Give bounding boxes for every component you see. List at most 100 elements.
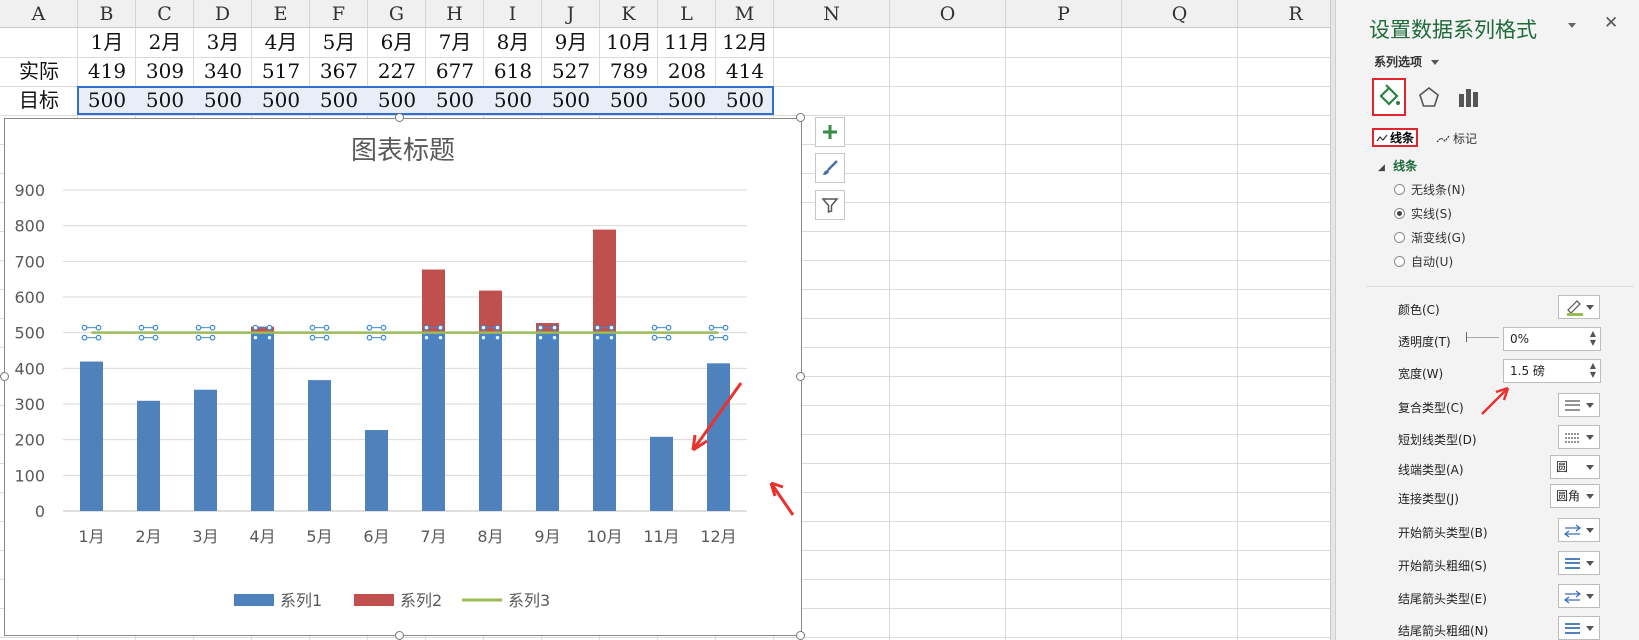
effects-tab[interactable] [1414, 80, 1444, 114]
spinner-icon[interactable]: ▲ ▼ [1590, 361, 1596, 379]
line-option-radio[interactable]: 自动(U) [1394, 253, 1453, 270]
cell[interactable]: 618 [484, 57, 542, 86]
column-header[interactable]: B [78, 0, 136, 28]
column-header[interactable]: J [542, 0, 600, 28]
bar[interactable] [707, 363, 730, 511]
radio-circle-icon[interactable] [1394, 184, 1405, 195]
cell[interactable]: 目标 [0, 86, 78, 115]
column-header[interactable]: H [426, 0, 484, 28]
cell[interactable]: 309 [136, 57, 194, 86]
line-option-radio[interactable]: 实线(S) [1394, 205, 1452, 222]
column-header[interactable]: F [310, 0, 368, 28]
bar[interactable] [137, 400, 160, 511]
cell[interactable]: 500 [426, 86, 484, 115]
line-subtab[interactable]: 线条 [1372, 128, 1418, 147]
cell[interactable]: 500 [310, 86, 368, 115]
cell[interactable]: 11月 [658, 28, 716, 57]
cell[interactable]: 2月 [136, 28, 194, 57]
bar[interactable] [479, 332, 502, 511]
cell[interactable]: 7月 [426, 28, 484, 57]
series-options-dropdown[interactable]: 系列选项 [1374, 53, 1440, 70]
bar[interactable] [536, 332, 559, 511]
cell[interactable]: 3月 [194, 28, 252, 57]
legend-label[interactable]: 系列2 [400, 591, 442, 610]
cell[interactable]: 9月 [542, 28, 600, 57]
cell[interactable]: 789 [600, 57, 658, 86]
resize-handle[interactable] [796, 631, 805, 640]
bar[interactable] [593, 332, 616, 511]
column-header[interactable]: G [368, 0, 426, 28]
column-header[interactable]: I [484, 0, 542, 28]
width-input[interactable]: 1.5 磅 ▲ ▼ [1503, 359, 1601, 383]
resize-handle[interactable] [0, 372, 9, 381]
bar[interactable] [365, 430, 388, 511]
bar[interactable] [422, 332, 445, 511]
marker-subtab[interactable]: 标记 [1436, 130, 1477, 147]
cell[interactable] [0, 28, 78, 57]
cell[interactable]: 367 [310, 57, 368, 86]
cell[interactable]: 414 [716, 57, 774, 86]
cell[interactable]: 10月 [600, 28, 658, 57]
column-header[interactable]: C [136, 0, 194, 28]
cell[interactable]: 208 [658, 57, 716, 86]
cell[interactable]: 500 [194, 86, 252, 115]
transparency-slider-track[interactable] [1467, 337, 1499, 338]
chart-title[interactable]: 图表标题 [351, 136, 455, 166]
series-options-tab[interactable] [1453, 80, 1483, 114]
cell[interactable]: 12月 [716, 28, 774, 57]
end-arrow-type-dropdown[interactable] [1558, 584, 1600, 608]
bar[interactable] [80, 361, 103, 511]
legend-label[interactable]: 系列1 [280, 591, 322, 610]
pane-options-chevron-icon[interactable] [1568, 23, 1576, 28]
column-header[interactable]: D [194, 0, 252, 28]
cell[interactable]: 500 [600, 86, 658, 115]
compound-type-dropdown[interactable] [1558, 393, 1600, 417]
dash-type-dropdown[interactable] [1558, 425, 1600, 449]
cell[interactable]: 527 [542, 57, 600, 86]
column-header[interactable]: K [600, 0, 658, 28]
cell[interactable]: 419 [78, 57, 136, 86]
bar[interactable] [308, 380, 331, 511]
cell[interactable]: 677 [426, 57, 484, 86]
resize-handle[interactable] [796, 372, 805, 381]
column-header[interactable]: M [716, 0, 774, 28]
cell[interactable]: 227 [368, 57, 426, 86]
cell[interactable]: 500 [136, 86, 194, 115]
bar[interactable] [422, 269, 445, 333]
column-header[interactable]: O [890, 0, 1006, 28]
radio-circle-icon[interactable] [1394, 208, 1405, 219]
column-header[interactable]: L [658, 0, 716, 28]
cell[interactable]: 8月 [484, 28, 542, 57]
cell[interactable]: 340 [194, 57, 252, 86]
resize-handle[interactable] [395, 631, 404, 640]
cell[interactable]: 4月 [252, 28, 310, 57]
chart-styles-button[interactable] [815, 153, 845, 183]
cell[interactable]: 实际 [0, 57, 78, 86]
line-section-header[interactable]: ◢ 线条 [1378, 157, 1417, 174]
column-header[interactable]: R [1238, 0, 1335, 28]
chart-filter-button[interactable] [815, 190, 845, 220]
end-arrow-size-dropdown[interactable] [1558, 616, 1600, 640]
line-option-radio[interactable]: 无线条(N) [1394, 181, 1465, 198]
cell[interactable]: 500 [716, 86, 774, 115]
radio-circle-icon[interactable] [1394, 256, 1405, 267]
cell[interactable]: 1月 [78, 28, 136, 57]
join-type-dropdown[interactable]: 圆角 [1550, 484, 1600, 508]
cell[interactable]: 6月 [368, 28, 426, 57]
column-header[interactable]: P [1006, 0, 1122, 28]
chart-area[interactable]: 图表标题 0 100 200 300 400 500 600 700 800 900 1月 2月 3月 4… [4, 118, 802, 636]
column-header[interactable]: Q [1122, 0, 1238, 28]
cell[interactable]: 500 [658, 86, 716, 115]
spreadsheet[interactable]: ABCDEFGHIJKLMNOPQR 1月 2月 3月 4月 5月 6月 7月 8月 9月 10月… [0, 0, 1335, 640]
legend-label[interactable]: 系列3 [508, 591, 550, 610]
cell[interactable]: 517 [252, 57, 310, 86]
cell[interactable]: 500 [484, 86, 542, 115]
cell[interactable]: 500 [368, 86, 426, 115]
column-header[interactable]: A [0, 0, 78, 28]
resize-handle[interactable] [796, 113, 805, 122]
resize-handle[interactable] [395, 113, 404, 122]
fill-line-tab[interactable] [1372, 78, 1406, 116]
bar[interactable] [194, 389, 217, 511]
chart-svg[interactable]: 图表标题 0 100 200 300 400 500 600 700 800 900 1月 2月 3月 4… [5, 119, 801, 635]
chart-elements-button[interactable] [815, 117, 845, 147]
